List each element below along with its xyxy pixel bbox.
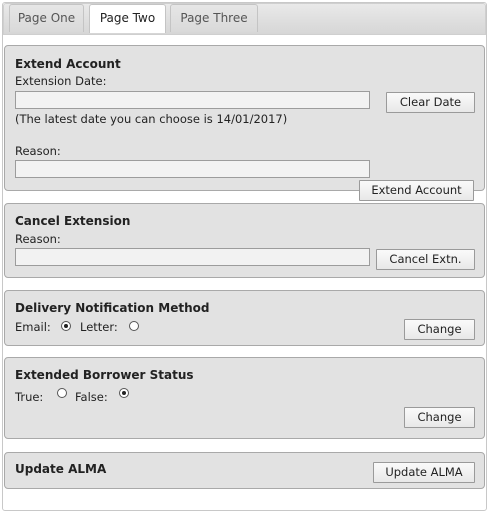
extend-reason-label: Reason: (15, 144, 61, 158)
update-alma-button[interactable]: Update ALMA (373, 462, 475, 483)
tab-page-three[interactable]: Page Three (170, 4, 258, 32)
letter-label: Letter: (80, 320, 118, 334)
extend-reason-input[interactable] (15, 160, 370, 178)
extend-account-button[interactable]: Extend Account (359, 180, 474, 201)
extension-date-label: Extension Date: (15, 74, 107, 88)
latest-date-hint: (The latest date you can choose is 14/01… (15, 112, 288, 126)
update-alma-title: Update ALMA (15, 462, 107, 476)
true-radio[interactable] (57, 388, 67, 398)
tab-page-one[interactable]: Page One (9, 4, 84, 32)
false-label: False: (75, 390, 108, 404)
cancel-reason-label: Reason: (15, 232, 61, 246)
borrower-status-title: Extended Borrower Status (15, 368, 194, 382)
change-borrower-status-button[interactable]: Change (404, 407, 475, 428)
letter-radio[interactable] (129, 321, 139, 331)
cancel-extension-panel: Cancel Extension Reason: Cancel Extn. (4, 203, 485, 278)
cancel-extension-button[interactable]: Cancel Extn. (376, 249, 475, 270)
extension-date-input[interactable] (15, 91, 370, 109)
true-label: True: (15, 390, 44, 404)
delivery-notification-title: Delivery Notification Method (15, 301, 210, 315)
borrower-status-panel: Extended Borrower Status True: False: Ch… (4, 357, 485, 439)
email-radio[interactable] (61, 321, 71, 331)
clear-date-button[interactable]: Clear Date (386, 92, 475, 113)
extend-account-panel: Extend Account Extension Date: Clear Dat… (4, 45, 485, 191)
update-alma-panel: Update ALMA Update ALMA (4, 452, 485, 489)
tab-page-two[interactable]: Page Two (89, 4, 166, 33)
false-radio[interactable] (119, 388, 129, 398)
change-delivery-button[interactable]: Change (404, 319, 475, 340)
cancel-extension-title: Cancel Extension (15, 214, 131, 228)
cancel-reason-input[interactable] (15, 248, 370, 266)
email-label: Email: (15, 320, 51, 334)
extend-account-title: Extend Account (15, 57, 121, 71)
delivery-notification-panel: Delivery Notification Method Email: Lett… (4, 290, 485, 346)
